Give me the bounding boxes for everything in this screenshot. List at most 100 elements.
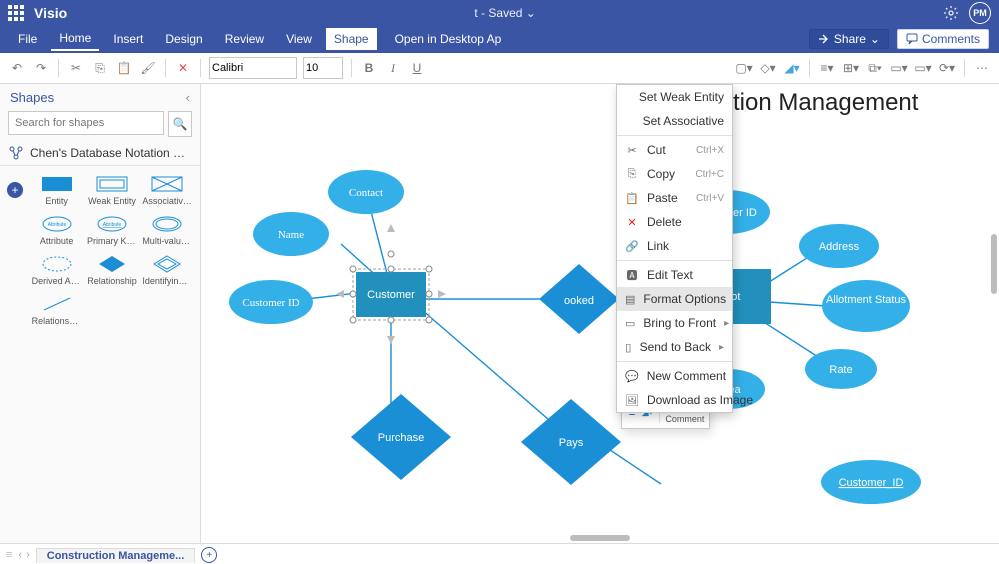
shape-primary-key[interactable]: AttributePrimary Key ... [85,212,138,248]
document-title-center[interactable]: t - Saved ⌄ [67,6,943,20]
context-menu: Set Weak Entity Set Associative ✂CutCtrl… [616,84,733,413]
add-stencil-button[interactable]: + [7,182,23,198]
vertical-scrollbar[interactable] [989,84,999,533]
ribbon: ↶ ↷ ✂ ⎘ 📋 🖌 ✕ B I U ▢▾ ◇▾ ◢▾ ≡▾ ⊞▾ ⧉▾ ▭▾… [0,53,999,84]
shape-customer-id-key[interactable]: Customer_ID [821,460,921,504]
svg-text:ooked: ooked [564,295,594,307]
rotate-icon[interactable]: ⟳▾ [938,59,956,77]
align-icon[interactable]: ≡▾ [818,59,836,77]
shape-fill-icon[interactable]: ▢▾ [735,59,753,77]
font-size-select[interactable] [303,57,343,79]
format-icon: ▤ [625,292,635,306]
group-icon[interactable]: ⧉▾ [866,59,884,77]
ctx-delete[interactable]: ✕Delete [617,210,732,234]
bold-icon[interactable]: B [360,59,378,77]
user-avatar[interactable]: PM [969,2,991,24]
ctx-format-options[interactable]: ▤Format Options [617,287,732,311]
menu-shape[interactable]: Shape [326,28,377,50]
shape-effects-icon[interactable]: ◢▾ [783,59,801,77]
underline-icon[interactable]: U [408,59,426,77]
settings-icon[interactable] [943,5,959,21]
svg-text:Purchase: Purchase [378,432,424,444]
ctx-copy[interactable]: ⎘CopyCtrl+C [617,162,732,186]
font-select[interactable] [209,57,297,79]
shape-relationship-line[interactable]: Relationship... [30,292,83,328]
shape-booked[interactable]: ooked [539,264,619,334]
svg-text:Customer ID: Customer ID [242,297,299,309]
delete-icon[interactable]: ✕ [174,59,192,77]
menu-file[interactable]: File [10,28,45,50]
copy-icon[interactable]: ⎘ [91,59,109,77]
app-launcher-icon[interactable] [8,5,24,21]
edit-text-icon: 🅰 [625,268,639,282]
link-icon: 🔗 [625,239,639,253]
shape-outline-icon[interactable]: ◇▾ [759,59,777,77]
shape-weak-entity[interactable]: Weak Entity [85,172,138,208]
next-page-icon[interactable]: › [26,549,30,561]
share-button[interactable]: Share⌄ [809,29,889,49]
shape-associative[interactable]: Associative ... [141,172,194,208]
svg-text:Customer_ID: Customer_ID [839,477,904,489]
paste-icon[interactable]: 📋 [115,59,133,77]
svg-text:Attribute: Attribute [47,222,66,228]
cut-icon[interactable]: ✂ [67,59,85,77]
add-page-button[interactable]: + [201,547,217,563]
send-back-icon[interactable]: ▭▾ [914,59,932,77]
menu-review[interactable]: Review [217,28,272,50]
shape-multivalue[interactable]: Multi-value... [141,212,194,248]
undo-icon[interactable]: ↶ [8,59,26,77]
copy-icon: ⎘ [625,167,639,181]
shape-identifying[interactable]: Identifying ... [141,252,194,288]
comment-icon: 💬 [625,369,639,383]
ctx-download-image[interactable]: 🖼Download as Image [617,388,732,412]
ctx-new-comment[interactable]: 💬New Comment [617,364,732,388]
format-painter-icon[interactable]: 🖌 [139,59,157,77]
page-tab-1[interactable]: Construction Manageme... [36,548,196,563]
share-icon [818,33,830,45]
menu-insert[interactable]: Insert [105,28,151,50]
menu-home[interactable]: Home [51,27,99,51]
app-name: Visio [34,5,67,21]
ctx-bring-front[interactable]: ▭Bring to Front▸ [617,311,732,335]
italic-icon[interactable]: I [384,59,402,77]
collapse-pane-icon[interactable]: ‹ [186,90,190,105]
prev-page-icon[interactable]: ‹ [18,549,22,561]
menu-view[interactable]: View [278,28,320,50]
shape-derived[interactable]: Derived Attr... [30,252,83,288]
er-diagram: Contact Name Customer ID Customer ooked … [201,84,999,524]
shape-allotment[interactable] [822,280,910,332]
ctx-cut[interactable]: ✂CutCtrl+X [617,138,732,162]
ctx-set-assoc[interactable]: Set Associative [617,109,732,133]
svg-text:Address: Address [819,241,860,253]
menu-design[interactable]: Design [157,28,210,50]
shape-attribute[interactable]: AttributeAttribute [30,212,83,248]
svg-text:Customer: Customer [367,289,415,301]
redo-icon[interactable]: ↷ [32,59,50,77]
ctx-send-back[interactable]: ▯Send to Back▸ [617,335,732,359]
tabs-menu-icon[interactable]: ≡ [6,549,12,561]
shape-relationship[interactable]: Relationship [85,252,138,288]
sheet-tab-bar: ≡ ‹ › Construction Manageme... + [0,543,999,564]
ctx-link[interactable]: 🔗Link [617,234,732,258]
search-button[interactable]: 🔍 [168,111,192,137]
bring-front-icon[interactable]: ▭▾ [890,59,908,77]
svg-text:Contact: Contact [349,187,383,199]
shapes-pane: Shapes ‹ 🔍 Chen's Database Notation Sha.… [0,84,201,543]
ctx-set-weak[interactable]: Set Weak Entity [617,85,732,109]
svg-text:Allotment Status: Allotment Status [826,294,907,306]
comments-button[interactable]: Comments [897,29,989,49]
stencil-title[interactable]: Chen's Database Notation Sha... [30,146,192,160]
comment-icon [906,33,918,45]
position-icon[interactable]: ⊞▾ [842,59,860,77]
shape-search-input[interactable] [8,111,164,135]
horizontal-scrollbar[interactable] [201,533,999,543]
ctx-edit-text[interactable]: 🅰Edit Text [617,263,732,287]
more-icon[interactable]: ⋯ [973,59,991,77]
ctx-paste[interactable]: 📋PasteCtrl+V [617,186,732,210]
image-icon: 🖼 [625,393,639,407]
stencil-icon[interactable] [8,145,24,161]
open-in-desktop[interactable]: Open in Desktop Ap [389,28,508,50]
shape-entity[interactable]: Entity [30,172,83,208]
cut-icon: ✂ [625,143,639,157]
drawing-canvas[interactable]: ction Management Contact N [201,84,999,543]
